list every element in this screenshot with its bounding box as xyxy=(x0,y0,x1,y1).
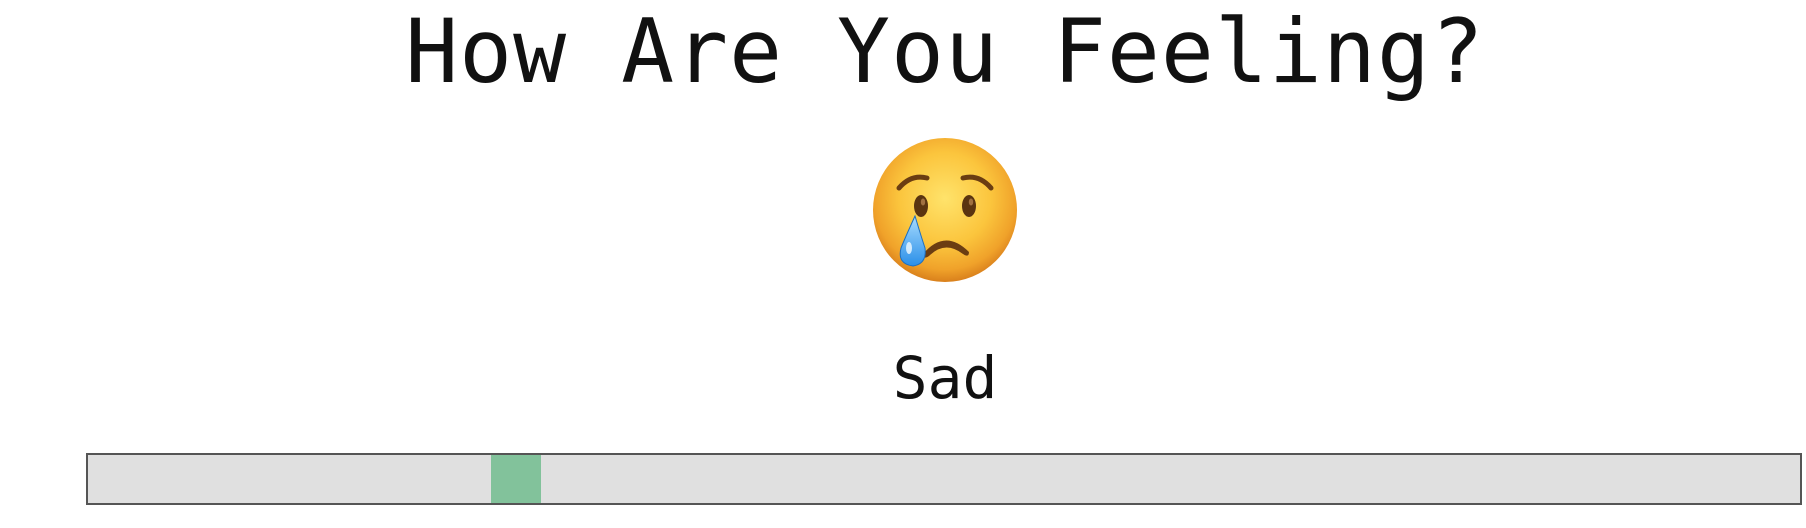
mood-slider[interactable] xyxy=(86,453,1802,505)
mood-label: Sad xyxy=(892,344,998,412)
page-title: How Are You Feeling? xyxy=(405,0,1485,103)
mood-slider-thumb[interactable] xyxy=(491,455,541,503)
crying-face-emoji-icon xyxy=(871,136,1019,286)
